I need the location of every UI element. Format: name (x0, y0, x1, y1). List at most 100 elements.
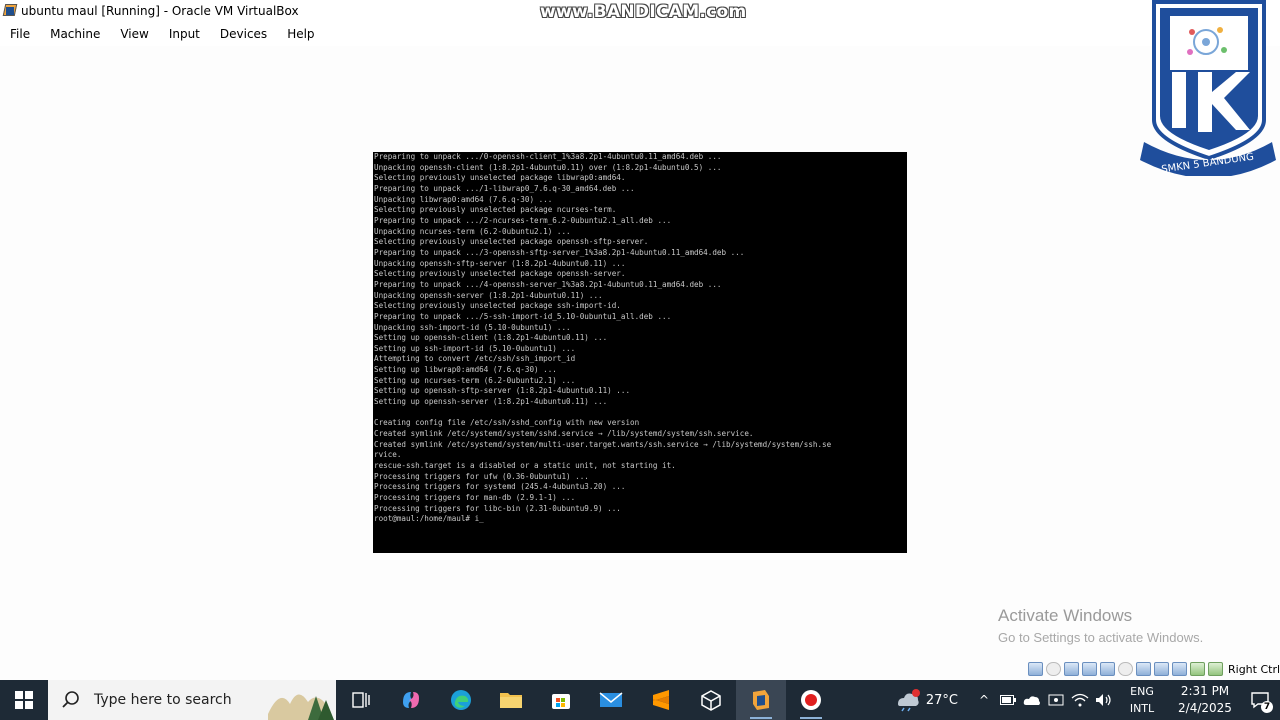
windows-logo-icon (15, 691, 33, 709)
search-placeholder: Type here to search (94, 692, 232, 708)
console-line: Unpacking openssh-server (1:8.2p1-4ubunt… (374, 290, 603, 300)
menu-machine[interactable]: Machine (40, 22, 110, 46)
console-line: Setting up libwrap0:amd64 (7.6.q-30) ... (374, 365, 557, 375)
vbox-status-bar: Right Ctrl (1028, 660, 1280, 678)
store-button[interactable] (536, 680, 586, 720)
mouse-integration-icon[interactable] (1190, 662, 1205, 676)
mail-button[interactable] (586, 680, 636, 720)
battery-icon[interactable] (996, 680, 1020, 720)
display-icon[interactable] (1136, 662, 1151, 676)
console-line: ​ (374, 408, 906, 419)
recording-icon[interactable] (1154, 662, 1169, 676)
file-explorer-button[interactable] (486, 680, 536, 720)
menu-view[interactable]: View (110, 22, 158, 46)
console-line: Preparing to unpack .../2-ncurses-term_6… (374, 215, 672, 225)
console-line: Processing triggers for systemd (245.4-4… (374, 482, 626, 492)
onedrive-icon[interactable] (1020, 680, 1044, 720)
sublime-text-icon (653, 690, 669, 710)
console-line: Unpacking ssh-import-id (5.10-0ubuntu1) … (374, 322, 571, 332)
console-line: Unpacking openssh-sftp-server (1:8.2p1-4… (374, 258, 626, 268)
wifi-icon[interactable] (1068, 680, 1092, 720)
console-line: Preparing to unpack .../1-libwrap0_7.6.q… (374, 183, 635, 193)
menu-input[interactable]: Input (159, 22, 210, 46)
activate-windows-title: Activate Windows (998, 606, 1133, 625)
usb-icon[interactable] (1100, 662, 1115, 676)
virtualbox-button[interactable] (736, 680, 786, 720)
search-highlight-icon (260, 680, 336, 720)
optical-drive-icon[interactable] (1046, 662, 1061, 676)
host-key-label: Right Ctrl (1228, 662, 1280, 676)
console-line: Preparing to unpack .../4-openssh-server… (374, 279, 722, 289)
bandicam-button[interactable] (786, 680, 836, 720)
start-button[interactable] (0, 680, 48, 720)
console-line: Setting up openssh-sftp-server (1:8.2p1-… (374, 386, 631, 396)
cube-app-button[interactable] (686, 680, 736, 720)
console-line: Selecting previously unselected package … (374, 237, 649, 247)
keyboard-icon[interactable] (1208, 662, 1223, 676)
window-title: ubuntu maul [Running] - Oracle VM Virtua… (21, 4, 299, 18)
console-line: Unpacking openssh-client (1:8.2p1-4ubunt… (374, 162, 722, 172)
meet-now-icon[interactable] (1044, 680, 1068, 720)
edge-icon (451, 690, 471, 710)
volume-icon[interactable] (1092, 680, 1116, 720)
task-view-button[interactable] (336, 680, 386, 720)
activate-windows-subtitle: Go to Settings to activate Windows. (998, 630, 1204, 645)
sublime-text-button[interactable] (636, 680, 686, 720)
folder-icon (500, 693, 522, 708)
input-language-indicator[interactable]: ENG INTL (1122, 683, 1162, 717)
console-line: Setting up ssh-import-id (5.10-0ubuntu1)… (374, 343, 576, 353)
console-line: Selecting previously unselected package … (374, 269, 626, 279)
mail-icon (599, 692, 623, 707)
network-icon[interactable] (1082, 662, 1097, 676)
console-line: Unpacking ncurses-term (6.2-0ubuntu2.1) … (374, 226, 571, 236)
shared-folders-icon[interactable] (1118, 662, 1133, 676)
console-prompt: root@maul:/home/maul# i_ (374, 514, 484, 524)
record-icon (801, 690, 821, 710)
task-view-icon (352, 692, 370, 708)
console-line: Selecting previously unselected package … (374, 205, 617, 215)
console-line: Preparing to unpack .../0-openssh-client… (374, 152, 722, 161)
console-line: Selecting previously unselected package … (374, 301, 621, 311)
guest-console[interactable]: Preparing to unpack .../0-openssh-client… (373, 152, 907, 553)
edge-button[interactable] (436, 680, 486, 720)
notification-center-button[interactable]: 7 (1240, 680, 1280, 720)
search-icon (62, 691, 79, 708)
console-line: Processing triggers for man-db (2.9.1-1)… (374, 493, 576, 502)
chevron-up-icon[interactable]: ^ (972, 680, 996, 720)
clock[interactable]: 2:31 PM 2/4/2025 (1170, 683, 1240, 717)
console-line: rvice. (374, 450, 402, 460)
console-line: Processing triggers for libc-bin (2.31-0… (374, 503, 621, 513)
console-line: Setting up openssh-client (1:8.2p1-4ubun… (374, 333, 608, 343)
console-line: Attempting to convert /etc/ssh/ssh_impor… (374, 354, 576, 364)
virtualbox-icon (753, 690, 769, 710)
language-code: ENG (1130, 685, 1154, 698)
menu-bar: File Machine View Input Devices Help (0, 22, 1280, 46)
weather-icon (897, 689, 920, 712)
system-tray: 27°C ^ ENG INTL 2:31 PM 2/4/2025 7 (894, 680, 1280, 720)
audio-icon[interactable] (1064, 662, 1079, 676)
school-logo: SMKN 5 BANDUNG (1140, 0, 1276, 176)
console-line: Unpacking libwrap0:amd64 (7.6.q-30) ... (374, 194, 553, 204)
menu-help[interactable]: Help (277, 22, 324, 46)
menu-file[interactable]: File (0, 22, 40, 46)
notification-count-badge: 7 (1261, 701, 1273, 713)
cpu-icon[interactable] (1172, 662, 1187, 676)
store-icon (552, 694, 570, 709)
weather-temperature[interactable]: 27°C (926, 693, 958, 708)
virtualbox-app-icon (2, 3, 18, 19)
console-line: rescue-ssh.target is a disabled or a sta… (374, 461, 676, 471)
console-line: Preparing to unpack .../3-openssh-sftp-s… (374, 247, 745, 257)
activate-windows-watermark: Activate Windows Go to Settings to activ… (998, 606, 1203, 645)
taskbar-search-box[interactable]: Type here to search (48, 680, 336, 720)
copilot-icon (403, 692, 419, 708)
clock-time: 2:31 PM (1180, 684, 1230, 698)
taskbar: Type here to search 27°C ^ ENG INTL 2:31… (0, 680, 1280, 720)
cube-icon (701, 690, 721, 711)
menu-devices[interactable]: Devices (210, 22, 277, 46)
copilot-button[interactable] (386, 680, 436, 720)
console-line: Preparing to unpack .../5-ssh-import-id_… (374, 311, 672, 321)
console-line: Processing triggers for ufw (0.36-0ubunt… (374, 471, 589, 481)
keyboard-layout: INTL (1129, 702, 1155, 715)
hard-disk-icon[interactable] (1028, 662, 1043, 676)
console-line: Created symlink /etc/systemd/system/mult… (374, 439, 832, 449)
